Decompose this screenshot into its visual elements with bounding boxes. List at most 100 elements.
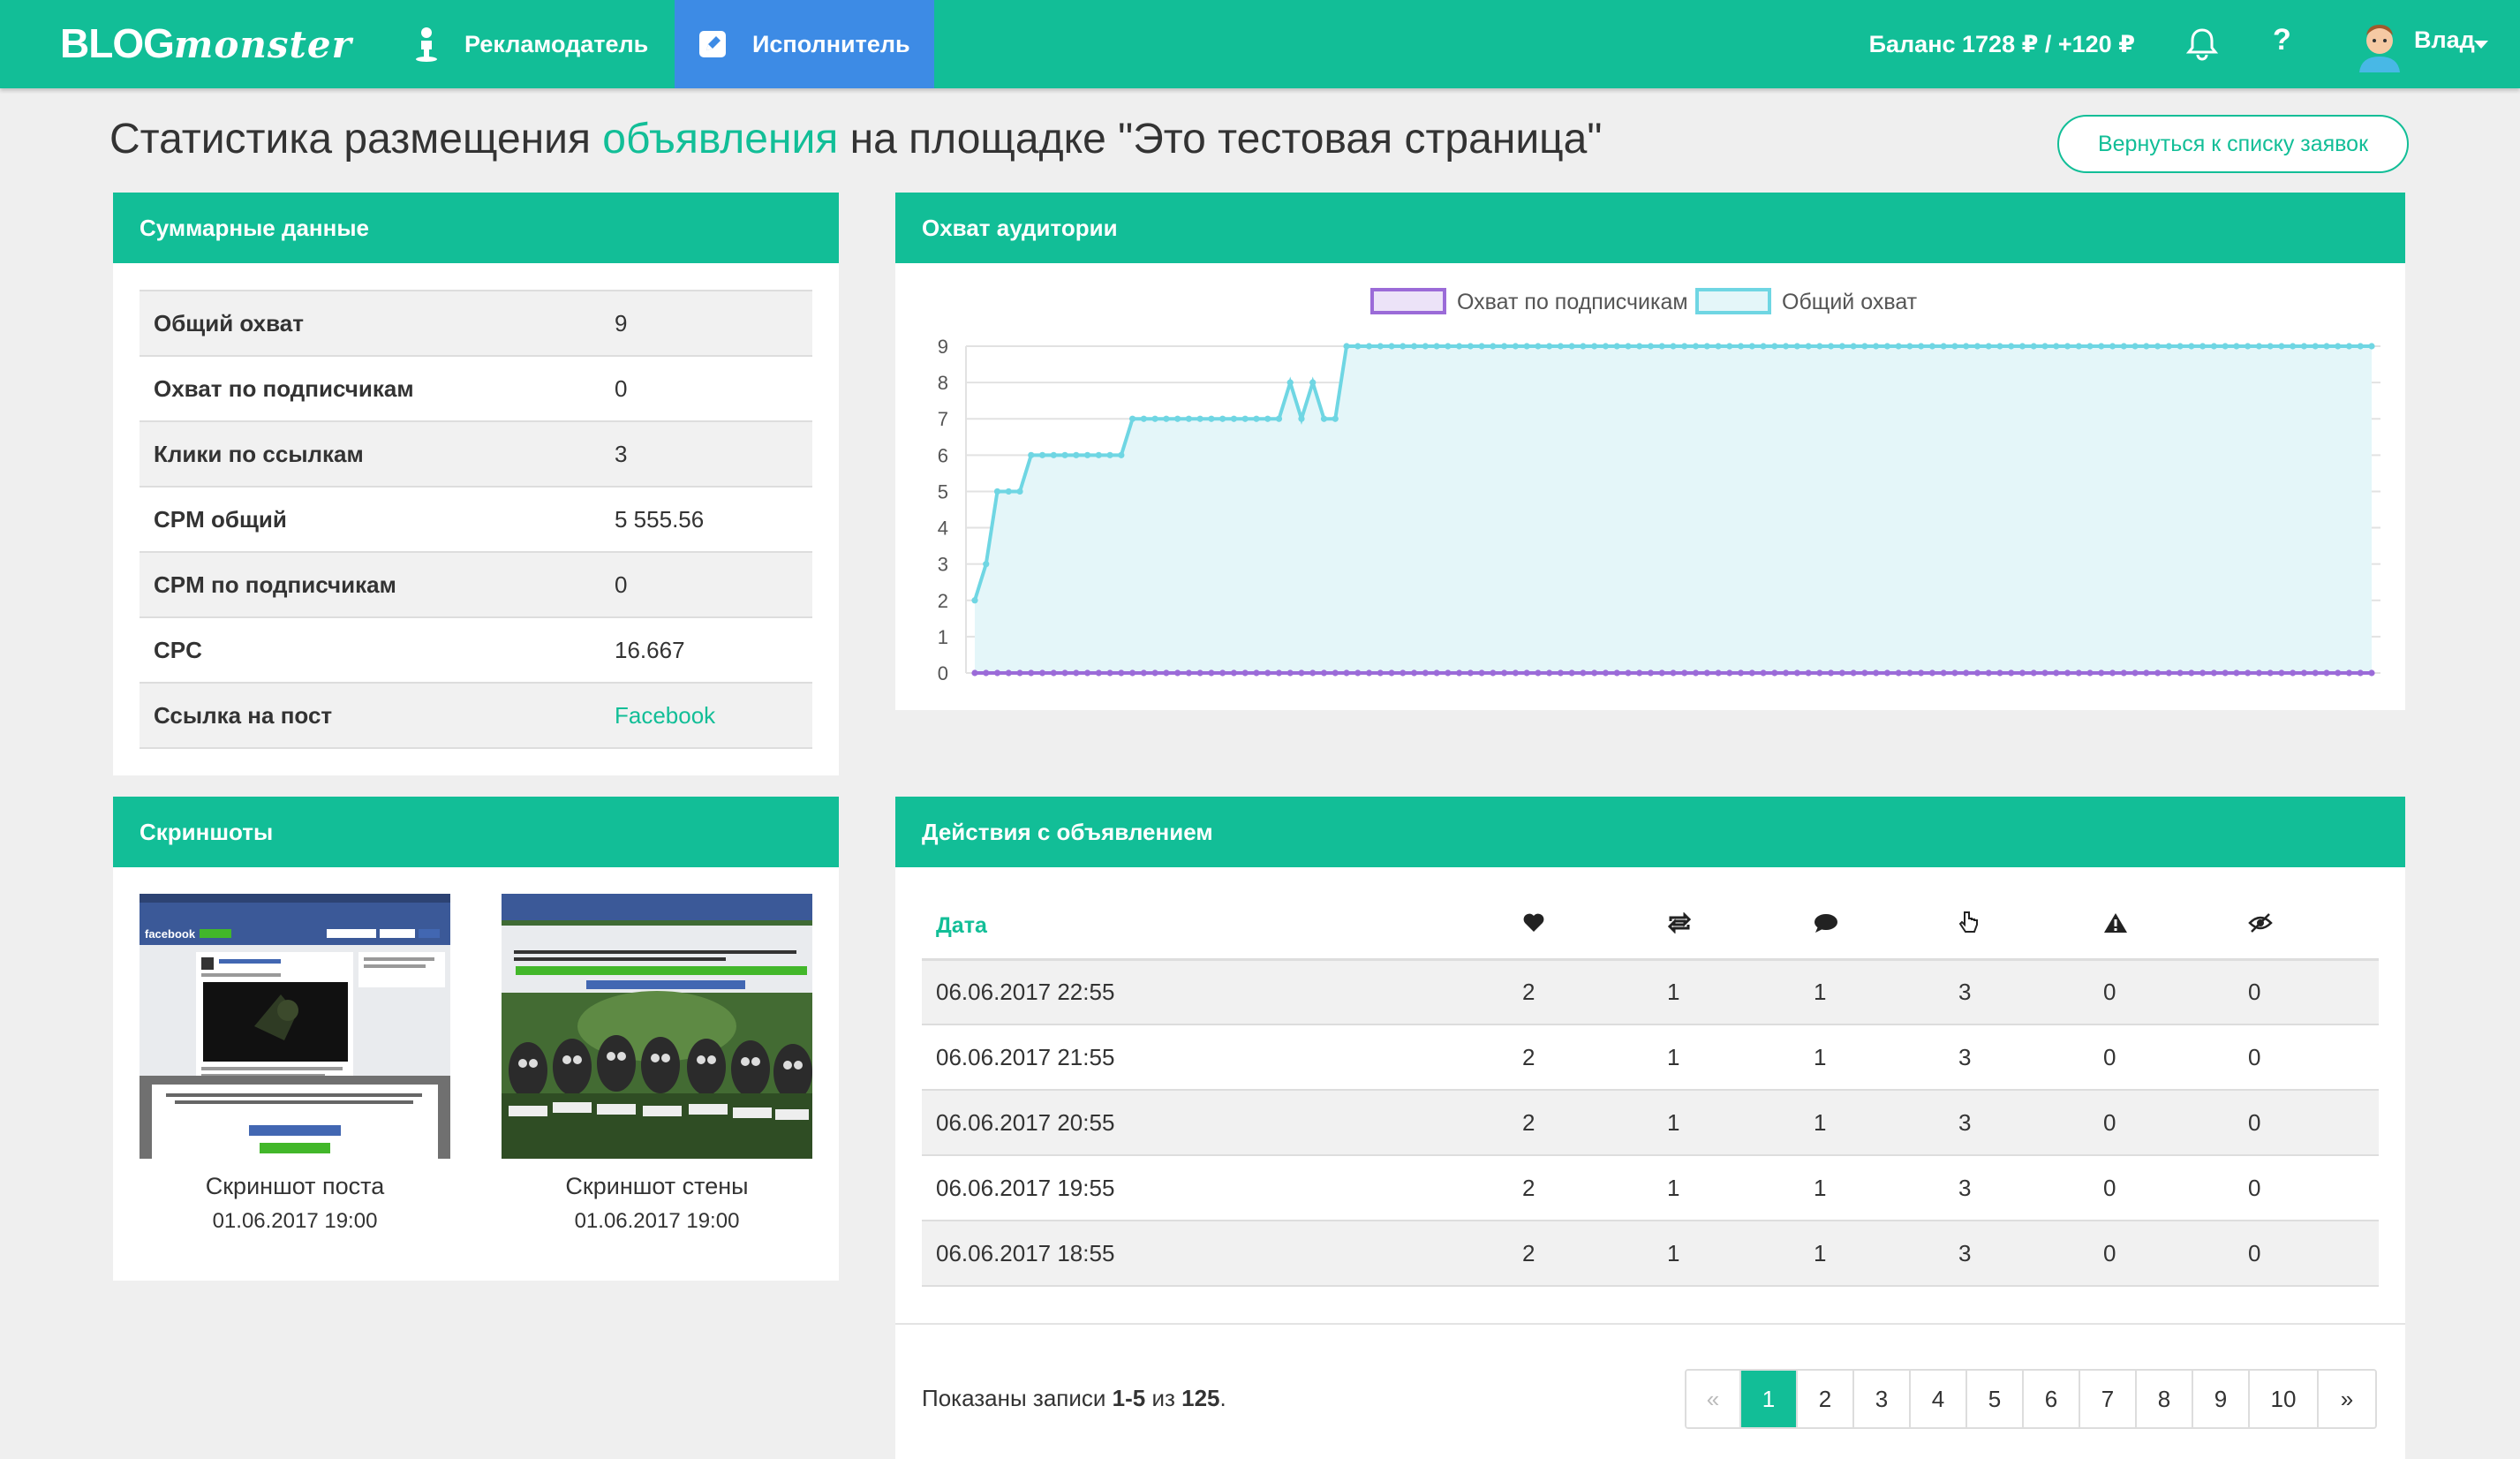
total-reach-point [2109,343,2116,350]
total-reach-point [2210,343,2217,350]
page-title-accent[interactable]: объявления [602,116,838,163]
row-date: 06.06.2017 18:55 [922,1221,1508,1287]
y-tick-label: 5 [938,480,948,503]
total-reach-point [1038,451,1046,458]
comment-icon [1814,912,1838,934]
pagination-page-6[interactable]: 6 [2024,1371,2080,1427]
click-icon [1958,911,1980,935]
row-date: 06.06.2017 19:55 [922,1155,1508,1221]
subscriber-reach-point [1861,669,1868,677]
summary-value: 16.667 [600,616,812,683]
actions-panel-title: Действия с объявлением [895,797,2405,867]
subscriber-reach-point [1185,669,1193,677]
subscriber-reach-point [1951,669,1958,677]
pagination-prev[interactable]: « [1686,1371,1741,1427]
total-reach-point [1636,343,1643,350]
pagination-page-4[interactable]: 4 [1911,1371,1967,1427]
nav-advertiser[interactable]: Рекламодатель [415,0,648,88]
subscriber-reach-point [1918,669,1925,677]
row-reposts: 1 [1653,1155,1799,1221]
back-to-requests-button[interactable]: Вернуться к списку заявок [2057,115,2409,173]
total-reach-point [2312,343,2319,350]
date-column-header[interactable]: Дата [922,894,1508,961]
total-reach-point [1028,451,1035,458]
nav-executor[interactable]: Исполнитель [675,0,934,88]
pagination-page-8[interactable]: 8 [2137,1371,2193,1427]
row-comments: 1 [1799,1221,1944,1287]
subscriber-reach-point [1377,669,1384,677]
pagination-page-10[interactable]: 10 [2250,1371,2319,1427]
subscriber-reach-point [1850,669,1857,677]
pagination-next[interactable]: » [2319,1371,2375,1427]
subscriber-reach-point [1501,669,1508,677]
nav-executor-label: Исполнитель [752,30,910,57]
wall-screenshot-thumbnail[interactable]: facebook [502,894,812,1159]
summary-label: CPC [140,616,600,683]
total-reach-point [1602,343,1610,350]
pagination-page-5[interactable]: 5 [1967,1371,2024,1427]
total-reach-point [1568,343,1575,350]
pagination-page-3[interactable]: 3 [1854,1371,1911,1427]
total-reach-point [2098,343,2105,350]
subscriber-reach-point [2098,669,2105,677]
pagination-page-9[interactable]: 9 [2193,1371,2250,1427]
bell-icon[interactable] [2184,26,2220,66]
summary-row-subscriber-reach: Охват по подписчикам 0 [140,355,812,421]
subscriber-reach-point [1816,669,1823,677]
subscriber-reach-point [993,669,1001,677]
summary-label: CPM общий [140,486,600,552]
total-reach-point [1163,415,1170,422]
row-clicks: 3 [1944,959,2089,1025]
facebook-post-link[interactable]: Facebook [615,702,715,729]
subscriber-reach-point [1286,669,1294,677]
total-reach-point [1365,343,1373,350]
post-screenshot-thumbnail[interactable]: facebook [140,894,450,1159]
wall-screenshot[interactable]: facebook [502,894,812,1234]
total-reach-point [993,488,1001,495]
row-comments: 1 [1799,1090,1944,1156]
chevron-down-icon[interactable] [2474,41,2488,49]
help-button[interactable]: ? [2273,23,2291,57]
actions-panel: Действия с объявлением Дата 06.06.2017 2… [895,797,2405,1459]
total-reach-point [1928,343,1936,350]
subscriber-reach-point [1602,669,1610,677]
balance-display[interactable]: Баланс 1728 ₽ / +120 ₽ [1869,0,2135,88]
pagination-page-1[interactable]: 1 [1741,1371,1798,1427]
subscriber-reach-point [1512,669,1519,677]
total-reach-point [1354,343,1362,350]
pagination-page-2[interactable]: 2 [1798,1371,1854,1427]
subscriber-reach-point [2177,669,2184,677]
total-reach-point [1816,343,1823,350]
summary-row-cpc: CPC 16.667 [140,616,812,683]
row-hides: 0 [2234,1024,2379,1091]
user-avatar[interactable] [2352,18,2407,72]
row-hides: 0 [2234,1155,2379,1221]
post-screenshot[interactable]: facebook Скриншот поста 01.06.2017 19:00 [140,894,450,1234]
total-reach-point [1196,415,1203,422]
pagination-page-7[interactable]: 7 [2080,1371,2137,1427]
total-reach-point [1140,415,1147,422]
total-reach-point [1895,343,1902,350]
total-reach-point [1219,415,1226,422]
total-reach-point [1918,343,1925,350]
total-reach-point [1861,343,1868,350]
records-info: Показаны записи 1-5 из 125. [922,1385,1226,1411]
subscriber-reach-point [1535,669,1542,677]
total-reach-point [1467,343,1474,350]
total-reach-point [1883,343,1891,350]
subscriber-reach-point [1636,669,1643,677]
subscriber-reach-point [1433,669,1440,677]
subscriber-reach-point [1625,669,1632,677]
subscriber-reach-point [2245,669,2252,677]
total-reach-point [1715,343,1722,350]
subscriber-reach-point [2267,669,2274,677]
row-comments: 1 [1799,959,1944,1025]
total-reach-point [1501,343,1508,350]
subscriber-reach-point [1365,669,1373,677]
total-reach-point [2075,343,2082,350]
total-reach-point [1253,415,1260,422]
total-reach-point [1208,415,1215,422]
user-name[interactable]: Влад [2414,26,2475,54]
blogmonster-logo[interactable]: BLOGmonster [60,19,352,67]
row-likes: 2 [1508,1221,1653,1287]
